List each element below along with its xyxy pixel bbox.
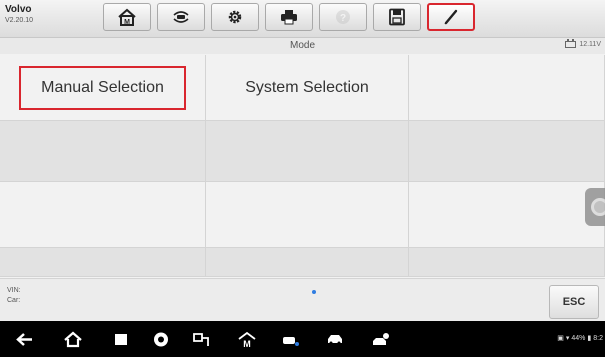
home-button[interactable]: M (103, 3, 151, 31)
grid-cell-empty (0, 121, 206, 182)
vehicle-swap-button[interactable] (157, 3, 205, 31)
page-indicator-dot (312, 290, 316, 294)
title-bar: Volvo V2.20.10 M ? (0, 0, 605, 38)
save-button[interactable] (373, 3, 421, 31)
grid-cell-empty (0, 248, 206, 277)
clock: 8:2 (593, 334, 603, 342)
recent-apps-icon[interactable] (110, 330, 132, 348)
save-icon (389, 8, 405, 26)
vehicle-swap-icon (173, 11, 189, 23)
system-selection-label: System Selection (245, 78, 369, 96)
remote-icon[interactable] (370, 330, 392, 348)
svg-text:M: M (243, 339, 251, 348)
pen-icon (444, 9, 458, 25)
home-icon[interactable] (62, 330, 84, 348)
battery-icon: ▮ (587, 335, 592, 342)
help-icon: ? (336, 10, 350, 24)
status-tray: ▣ ▾ 44% ▮ 8:2 (557, 334, 603, 343)
battery-voltage: 12.11V (565, 39, 601, 48)
selection-grid: Manual Selection System Selection (0, 55, 605, 277)
manual-selection-button[interactable]: Manual Selection (0, 55, 206, 121)
vci-icon[interactable] (280, 330, 302, 348)
toolbar: M ? (103, 3, 481, 31)
manual-selection-label: Manual Selection (19, 65, 186, 110)
grid-cell-empty (206, 182, 409, 248)
help-button[interactable]: ? (319, 3, 367, 31)
datalog-button[interactable] (427, 3, 475, 31)
connect-icon[interactable] (190, 330, 212, 348)
car-icon[interactable] (324, 330, 346, 348)
floating-assist-button[interactable] (585, 188, 605, 226)
system-navigation-bar: M ▣ ▾ 44% ▮ 8:2 (0, 321, 605, 357)
car-battery-icon (565, 39, 577, 48)
svg-text:?: ? (340, 13, 346, 24)
vehicle-brand: Volvo V2.20.10 (5, 4, 33, 26)
grid-cell-empty (409, 182, 605, 248)
home-icon: M (118, 8, 136, 26)
grid-cell-empty (0, 182, 206, 248)
browser-icon[interactable] (150, 330, 172, 348)
voltage-value: 12.11V (579, 41, 601, 48)
grid-cell-empty (409, 248, 605, 277)
grid-cell-empty (206, 248, 409, 277)
software-version: V2.20.10 (5, 17, 34, 24)
vehicle-info: VIN: Car: (7, 286, 21, 306)
vehicle-make: Volvo (5, 4, 32, 15)
back-icon[interactable] (14, 330, 36, 348)
settings-button[interactable] (211, 3, 259, 31)
svg-text:M: M (124, 19, 130, 26)
autel-home-icon[interactable]: M (236, 330, 258, 348)
vin-label: VIN: (7, 287, 21, 294)
grid-cell-empty (409, 55, 605, 121)
message-icon: ▣ (557, 335, 564, 342)
car-label: Car: (7, 297, 21, 304)
printer-icon (281, 10, 297, 25)
gear-icon (228, 10, 242, 24)
wifi-icon: ▾ (565, 335, 570, 342)
grid-cell-empty (409, 121, 605, 182)
vehicle-info-bar: VIN: Car: ESC (0, 278, 605, 321)
page-title: Mode (289, 40, 315, 51)
system-selection-button[interactable]: System Selection (206, 55, 409, 121)
esc-button[interactable]: ESC (549, 285, 599, 319)
print-button[interactable] (265, 3, 313, 31)
mode-bar: Mode 12.11V (0, 38, 605, 54)
grid-cell-empty (206, 121, 409, 182)
battery-level: 44% (571, 334, 586, 342)
